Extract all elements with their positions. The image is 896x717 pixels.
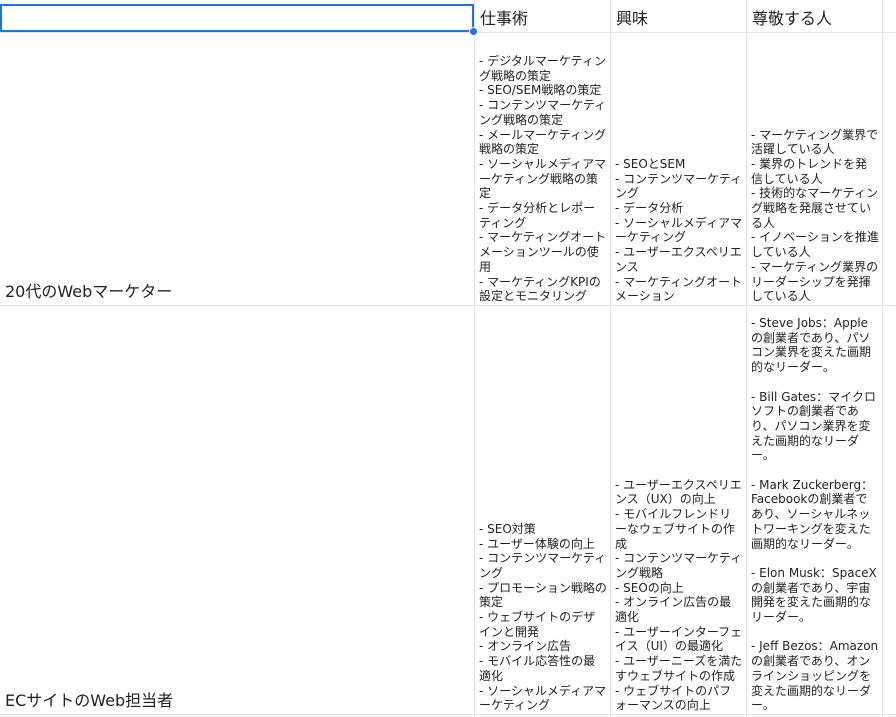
cell-line: - ウェブサイトのパフォーマンスの向上 (615, 683, 732, 713)
cell-line: - ユーザー体験の向上 (479, 536, 595, 551)
row-label-cell[interactable]: 20代のWebマーケター (0, 33, 474, 305)
work-skills-cell[interactable]: - デジタルマーケティング戦略の策定 - SEO/SEM戦略の策定 - コンテン… (474, 33, 610, 305)
respected-people-cell[interactable]: - マーケティング業界で活躍している人 - 業界のトレンドを発信している人 - … (746, 33, 882, 305)
cell-line: - モバイル応答性の最適化 (479, 654, 596, 683)
cell-line: - 技術的なマーケティング戦略を発展させている人 (751, 186, 879, 230)
cell-line: - ユーザーエクスペリエンス (615, 245, 742, 274)
cell-line: - オンライン広告の最適化 (615, 595, 732, 625)
cell-blank-line (751, 375, 879, 390)
cell-line: - デジタルマーケティング戦略の策定 (479, 54, 606, 83)
cell-blank-line (751, 625, 879, 640)
cell-line: - マーケティング業界のリーダーシップを発揮している人 (751, 259, 879, 304)
cell-line: - コンテンツマーケティング (479, 551, 607, 580)
cell-line: - コンテンツマーケティング戦略 (615, 551, 743, 580)
cell-line: - SEO/SEM戦略の策定 (479, 83, 602, 98)
row-divider (0, 714, 896, 715)
cell-line: - Steve Jobs：Appleの創業者であり、パソコン業界を変えた画期的な… (751, 316, 872, 375)
cell-line: - Bill Gates：マイクロソフトの創業者であり、パソコン業界を変えた画期… (751, 389, 876, 463)
cell-line: - ユーザーエクスペリエンス（UX）の向上 (615, 477, 742, 507)
interests-cell[interactable]: - ユーザーエクスペリエンス（UX）の向上 - モバイルフレンドリーなウェブサイ… (610, 306, 746, 714)
cell-line: - SEOの向上 (615, 580, 684, 595)
header-cell-work-skills[interactable]: 仕事術 (474, 0, 610, 32)
cell-line: - コンテンツマーケティング戦略の策定 (479, 98, 607, 127)
cell-line: - 業界のトレンドを発信している人 (751, 156, 868, 186)
cell-line: - ソーシャルメディアマーケティング (615, 215, 743, 245)
spreadsheet-grid: 仕事術 興味 尊敬する人 20代のWebマーケター - デジタルマーケティング戦… (0, 0, 896, 717)
cell-line: - SEO対策 (479, 521, 536, 536)
cell-line: - Mark Zuckerberg：Facebookの創業者であり、ソーシャルネ… (751, 477, 874, 551)
cell-line: - ソーシャルメディアマーケティング (479, 683, 607, 713)
cell-line: - データ分析とレポーティング (479, 201, 596, 230)
work-skills-cell[interactable]: - SEO対策 - ユーザー体験の向上 - コンテンツマーケティング - プロモ… (474, 306, 610, 714)
interests-cell[interactable]: - SEOとSEM - コンテンツマーケティング - データ分析 - ソーシャル… (610, 33, 746, 305)
cell-line: - Elon Musk：SpaceXの創業者であり、宇宙開発を変えた画期的なリー… (751, 565, 877, 625)
cell-line: - マーケティング業界で活躍している人 (751, 127, 879, 157)
cell-line: - イノベーションを推進している人 (751, 230, 879, 260)
cell-line: - メールマーケティング戦略の策定 (479, 127, 607, 157)
cell-blank-line (751, 463, 879, 478)
cell-selection-border[interactable] (0, 4, 474, 32)
cell-line: - マーケティングオートメーション (615, 274, 743, 304)
header-cell-respected-people[interactable]: 尊敬する人 (746, 0, 882, 32)
cell-blank-line (751, 551, 879, 566)
cell-line: - ユーザーインターフェイス（UI）の最適化 (615, 624, 743, 654)
cell-line: - コンテンツマーケティング (615, 171, 743, 201)
cell-line: - Jeff Bezos：Amazonの創業者であり、オンラインショッピングを変… (751, 639, 879, 713)
cell-line: - ウェブサイトのデザインと開発 (479, 610, 596, 639)
cell-line: - SEOとSEM (615, 156, 686, 171)
cell-line: - オンライン広告 (479, 639, 572, 654)
cell-line: - マーケティングKPIの設定とモニタリング (479, 274, 601, 304)
cell-line: - マーケティングオートメーションツールの使用 (479, 230, 607, 274)
fill-handle[interactable] (469, 27, 478, 36)
cell-line: - ソーシャルメディアマーケティング戦略の策定 (479, 156, 607, 201)
cell-line: - データ分析 (615, 201, 684, 216)
cell-line: - ユーザーニーズを満たすウェブサイトの作成 (615, 654, 743, 683)
row-label-cell[interactable]: ECサイトのWeb担当者 (0, 306, 474, 714)
cell-line: - モバイルフレンドリーなウェブサイトの作成 (615, 507, 736, 551)
column-divider (882, 0, 883, 717)
header-cell-interests[interactable]: 興味 (610, 0, 746, 32)
respected-people-cell[interactable]: - Steve Jobs：Appleの創業者であり、パソコン業界を変えた画期的な… (746, 306, 882, 714)
cell-line: - プロモーション戦略の策定 (479, 580, 607, 610)
